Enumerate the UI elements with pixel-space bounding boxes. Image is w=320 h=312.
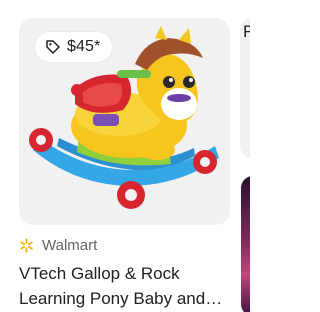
merchant-name: Walmart — [42, 236, 98, 254]
product-title[interactable]: VTech Gallop & Rock Learning Pony Baby a… — [19, 261, 230, 311]
price-label: $45* — [67, 38, 101, 55]
next-product-image[interactable] — [241, 176, 250, 312]
merchant-row: Walmart — [19, 235, 97, 255]
shopping-results-page: $45* Walmart VTech Gallop & Rock Learnin… — [0, 0, 250, 312]
product-card[interactable]: $45* Walmart VTech Gallop & Rock Learnin… — [19, 18, 230, 312]
product-image[interactable]: $45* — [19, 18, 230, 225]
walmart-spark-icon — [20, 237, 33, 253]
next-product-title[interactable]: F — [243, 22, 250, 42]
tag-icon — [46, 40, 60, 54]
price-badge: $45* — [35, 32, 113, 62]
